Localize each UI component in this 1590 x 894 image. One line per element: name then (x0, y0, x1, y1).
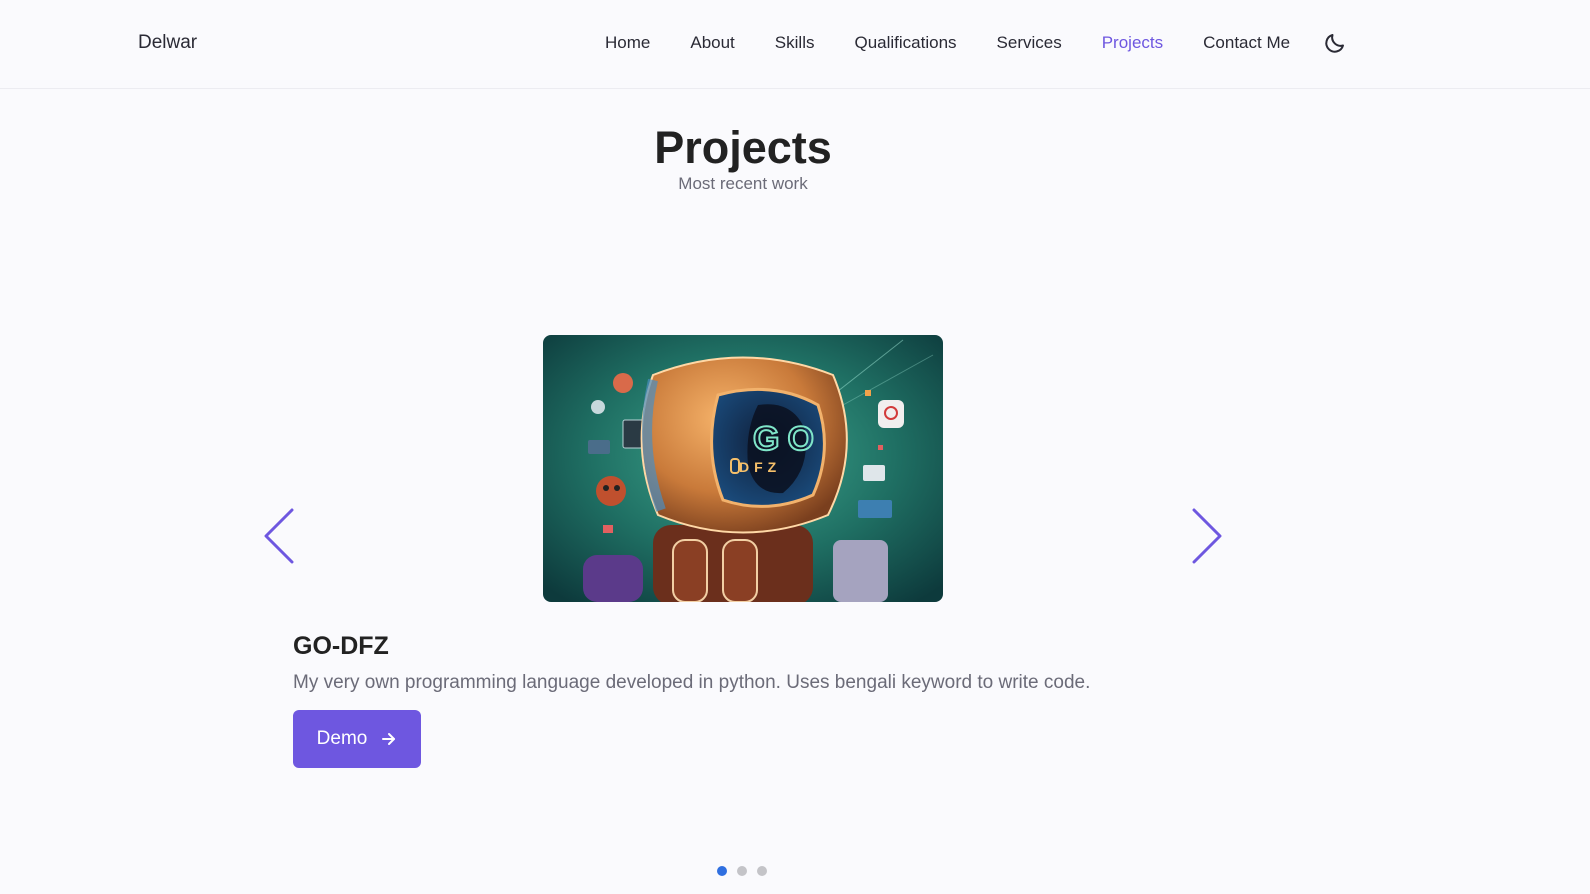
nav-link-about[interactable]: About (690, 33, 734, 53)
pagination-dot-2[interactable] (737, 866, 747, 876)
nav-link-services[interactable]: Services (997, 33, 1062, 53)
site-header: Delwar Home About Skills Qualifications … (0, 0, 1590, 89)
project-description: My very own programming language develop… (293, 672, 1091, 693)
section-title: Projects (654, 122, 832, 173)
main-nav: Home About Skills Qualifications Service… (605, 33, 1330, 53)
arrow-right-icon (382, 733, 396, 745)
carousel-pagination (717, 866, 777, 876)
site-logo[interactable]: Delwar (138, 32, 197, 54)
nav-link-qualifications[interactable]: Qualifications (854, 33, 956, 53)
moon-icon[interactable] (1323, 31, 1347, 55)
pagination-dot-1[interactable] (717, 866, 727, 876)
image-text-top: GO (753, 420, 822, 458)
project-image: GO DFZ (543, 335, 943, 602)
chevron-left-icon[interactable] (262, 506, 298, 566)
project-title: GO-DFZ (293, 632, 389, 660)
nav-link-home[interactable]: Home (605, 33, 650, 53)
image-text-bottom: DFZ (739, 459, 781, 475)
demo-button-label: Demo (316, 728, 368, 749)
section-subtitle: Most recent work (678, 174, 808, 193)
demo-button[interactable]: Demo (293, 710, 421, 768)
nav-link-skills[interactable]: Skills (775, 33, 815, 53)
nav-link-contact[interactable]: Contact Me (1203, 33, 1290, 53)
chevron-right-icon[interactable] (1188, 506, 1224, 566)
nav-link-projects[interactable]: Projects (1102, 33, 1163, 53)
pagination-dot-3[interactable] (757, 866, 767, 876)
